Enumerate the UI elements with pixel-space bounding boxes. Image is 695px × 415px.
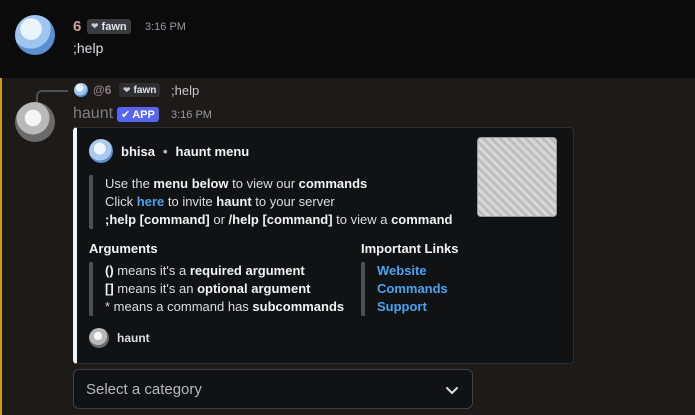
arg-text: * means a command has — [105, 299, 253, 314]
description-line: ;help [command] or /help [command] to vi… — [105, 211, 452, 229]
check-icon: ✔ — [121, 109, 131, 121]
reply-spine — [36, 90, 68, 102]
argument-line: * means a command has subcommands — [105, 298, 344, 316]
desc-text: to invite — [164, 194, 217, 209]
arg-bold: () — [105, 263, 114, 278]
author-name: bhisa — [121, 143, 155, 159]
message-text: ;help — [73, 40, 104, 56]
reply-guild-tag: ❤ fawn — [119, 83, 161, 97]
desc-text: to view our — [228, 176, 299, 191]
arguments-field-value: () means it's a required argument [] mea… — [89, 262, 344, 316]
bot-avatar[interactable] — [15, 102, 55, 142]
author-avatar — [89, 139, 113, 163]
embed-footer: haunt — [89, 328, 150, 348]
reply-mention[interactable]: @6 — [93, 83, 111, 97]
category-select[interactable]: Select a category — [73, 369, 473, 409]
embed-thumbnail[interactable] — [477, 137, 557, 217]
select-placeholder: Select a category — [86, 380, 202, 398]
links-field-name: Important Links — [361, 241, 459, 256]
arg-bold: [] — [105, 281, 114, 296]
website-link[interactable]: Website — [377, 263, 427, 278]
app-badge: ✔ APP — [117, 107, 159, 122]
arg-bold: optional argument — [197, 281, 311, 296]
guild-tag-label: fawn — [101, 20, 127, 33]
desc-bold: haunt — [216, 194, 252, 209]
bot-username[interactable]: haunt — [73, 105, 113, 123]
arg-bold: subcommands — [252, 299, 345, 314]
arg-text: means it's a — [113, 263, 190, 278]
heart-icon: ❤ — [91, 21, 99, 31]
support-link[interactable]: Support — [377, 299, 427, 314]
timestamp: 3:16 PM — [145, 21, 186, 33]
desc-text: to your server — [251, 194, 335, 209]
description-line: Use the menu below to view our commands — [105, 175, 452, 193]
reply-avatar[interactable] — [74, 83, 88, 97]
desc-bold: commands — [298, 176, 368, 191]
reply-text[interactable]: ;help — [171, 83, 199, 98]
user-avatar[interactable] — [15, 15, 55, 55]
argument-line: [] means it's an optional argument — [105, 280, 344, 298]
app-badge-label: APP — [132, 108, 155, 121]
commands-link[interactable]: Commands — [377, 281, 448, 296]
links-field-value: Website Commands Support — [361, 262, 448, 316]
arg-bold: required argument — [189, 263, 305, 278]
description-line: Click here to invite haunt to your serve… — [105, 193, 452, 211]
embed-author: bhisa • haunt menu — [89, 139, 249, 163]
argument-line: () means it's a required argument — [105, 262, 344, 280]
footer-avatar — [89, 328, 109, 348]
desc-bold: command — [391, 212, 453, 227]
arguments-field-name: Arguments — [89, 241, 158, 256]
invite-link[interactable]: here — [137, 194, 164, 209]
desc-bold: /help [command] — [228, 212, 333, 227]
desc-text: Use the — [105, 176, 154, 191]
heart-icon: ❤ — [123, 84, 131, 95]
message-user: 6 ❤ fawn 3:16 PM ;help — [0, 0, 695, 78]
desc-bold: menu below — [153, 176, 229, 191]
chevron-down-icon — [446, 387, 458, 394]
username[interactable]: 6 — [73, 18, 81, 35]
desc-bold: ;help [command] — [105, 212, 210, 227]
desc-text: Click — [105, 194, 137, 209]
desc-text: or — [209, 212, 229, 227]
author-separator: • — [162, 143, 168, 159]
embed-title: haunt menu — [175, 143, 250, 159]
arg-text: means it's an — [113, 281, 198, 296]
desc-text: to view a — [332, 212, 392, 227]
embed-description: Use the menu below to view our commands … — [89, 175, 452, 229]
bot-timestamp: 3:16 PM — [171, 109, 212, 121]
help-embed: bhisa • haunt menu Use the menu below to… — [73, 127, 574, 364]
footer-text: haunt — [117, 331, 150, 345]
reply-guild-tag-label: fawn — [133, 84, 157, 96]
guild-tag-badge[interactable]: ❤ fawn — [87, 19, 131, 34]
